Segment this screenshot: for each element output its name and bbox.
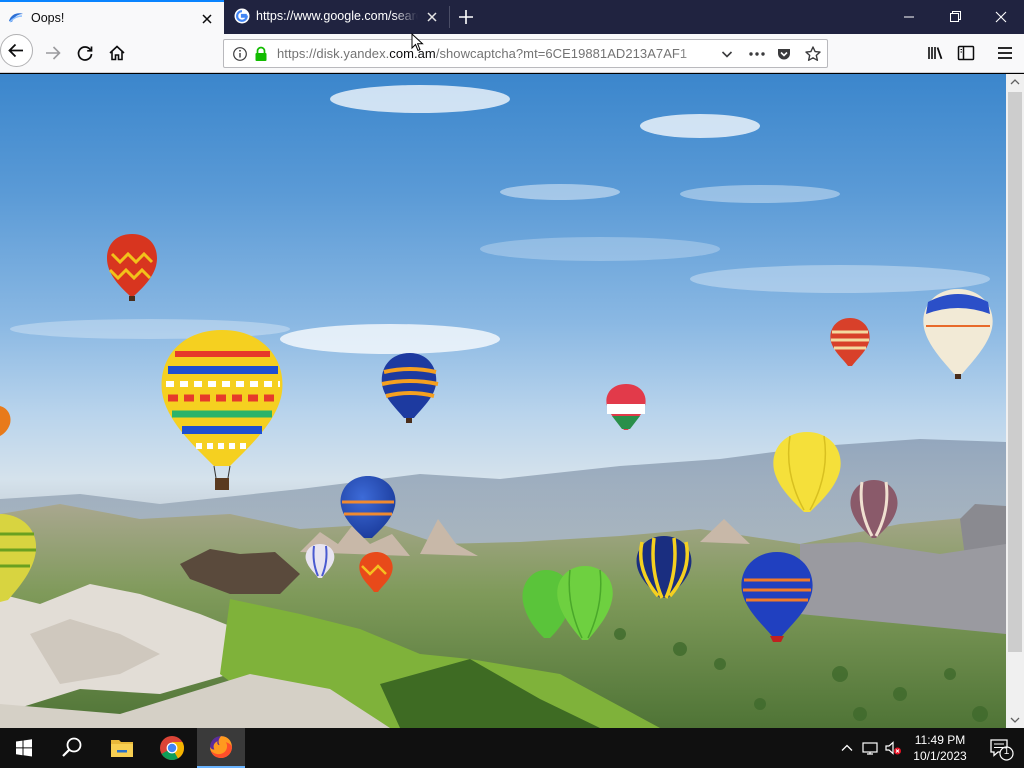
chevron-up-icon[interactable]: [838, 740, 856, 756]
tab-title: Oops!: [31, 11, 65, 25]
chevron-down-icon[interactable]: [719, 46, 735, 62]
volume-muted-icon[interactable]: [884, 740, 902, 756]
balloon-red-topleft: [107, 234, 157, 301]
pocket-icon[interactable]: [776, 46, 792, 62]
network-icon[interactable]: [861, 740, 879, 756]
new-tab-plus-icon[interactable]: [456, 7, 476, 27]
balloon-blue-white-right: [923, 289, 993, 379]
back-arrow-icon: [8, 43, 23, 58]
home-icon[interactable]: [102, 38, 132, 68]
balloon-patchwork-large: [161, 330, 283, 490]
navigation-toolbar: https://disk.yandex.com.am/showcaptcha?m…: [0, 34, 1024, 73]
tab-strip: Oops! https://www.google.com/search: [0, 0, 1024, 34]
forward-arrow-icon[interactable]: [38, 38, 68, 68]
mouse-cursor-icon: [411, 33, 424, 52]
secure-lock-icon[interactable]: [253, 46, 269, 62]
page-actions-more-icon[interactable]: [747, 46, 767, 62]
google-icon: [234, 8, 250, 24]
scrollbar-thumb[interactable]: [1008, 92, 1022, 652]
close-tab-icon[interactable]: [199, 11, 215, 27]
notification-icon: [990, 739, 1014, 761]
restore-window-icon[interactable]: [932, 0, 978, 34]
url-path: /showcaptcha?mt=6CE19881AD213A7AF1: [435, 46, 688, 61]
address-bar[interactable]: https://disk.yandex.com.am/showcaptcha?m…: [223, 39, 828, 68]
close-window-icon[interactable]: [978, 0, 1024, 34]
sidebar-toggle-icon[interactable]: [951, 38, 981, 68]
chrome-icon[interactable]: [148, 728, 196, 768]
minimize-window-icon[interactable]: [886, 0, 932, 34]
page-background-image: [0, 74, 1006, 728]
tab-title: https://www.google.com/search: [256, 9, 418, 23]
vertical-scrollbar[interactable]: [1006, 74, 1024, 728]
search-icon[interactable]: [48, 728, 96, 768]
hot-air-balloons-landscape: [0, 85, 1006, 728]
site-info-icon[interactable]: [232, 46, 248, 62]
back-button[interactable]: [0, 34, 33, 67]
close-tab-icon[interactable]: [424, 9, 440, 25]
url-prefix: https://disk.yandex.: [277, 46, 390, 61]
windows-start-icon[interactable]: [0, 728, 48, 768]
tab-oops[interactable]: Oops!: [0, 0, 224, 34]
notification-count-badge: 1: [1003, 746, 1010, 757]
system-clock[interactable]: 11:49 PM 10/1/2023: [905, 732, 975, 764]
clock-time: 11:49 PM: [914, 733, 966, 747]
reload-icon[interactable]: [70, 38, 100, 68]
file-explorer-icon[interactable]: [98, 728, 146, 768]
yandex-disk-icon: [9, 13, 23, 23]
bookmark-star-icon[interactable]: [804, 45, 822, 63]
clock-date: 10/1/2023: [913, 749, 967, 763]
scroll-down-arrow-icon[interactable]: [1006, 711, 1024, 728]
action-center-button[interactable]: 1: [980, 728, 1024, 768]
balloon-striped-right: [830, 318, 870, 366]
firefox-icon[interactable]: [197, 728, 245, 768]
windows-taskbar: 11:49 PM 10/1/2023 1: [0, 728, 1024, 768]
balloon-striped-center: [381, 353, 439, 423]
tab-google-search[interactable]: https://www.google.com/search: [224, 0, 449, 34]
scroll-up-arrow-icon[interactable]: [1006, 74, 1024, 91]
tab-separator: [449, 6, 450, 28]
balloon-red-white-green: [606, 384, 646, 430]
cloud-layer: [10, 85, 990, 354]
library-icon[interactable]: [921, 38, 951, 68]
url-text[interactable]: https://disk.yandex.com.am/showcaptcha?m…: [277, 46, 709, 61]
hamburger-menu-icon[interactable]: [990, 38, 1020, 68]
